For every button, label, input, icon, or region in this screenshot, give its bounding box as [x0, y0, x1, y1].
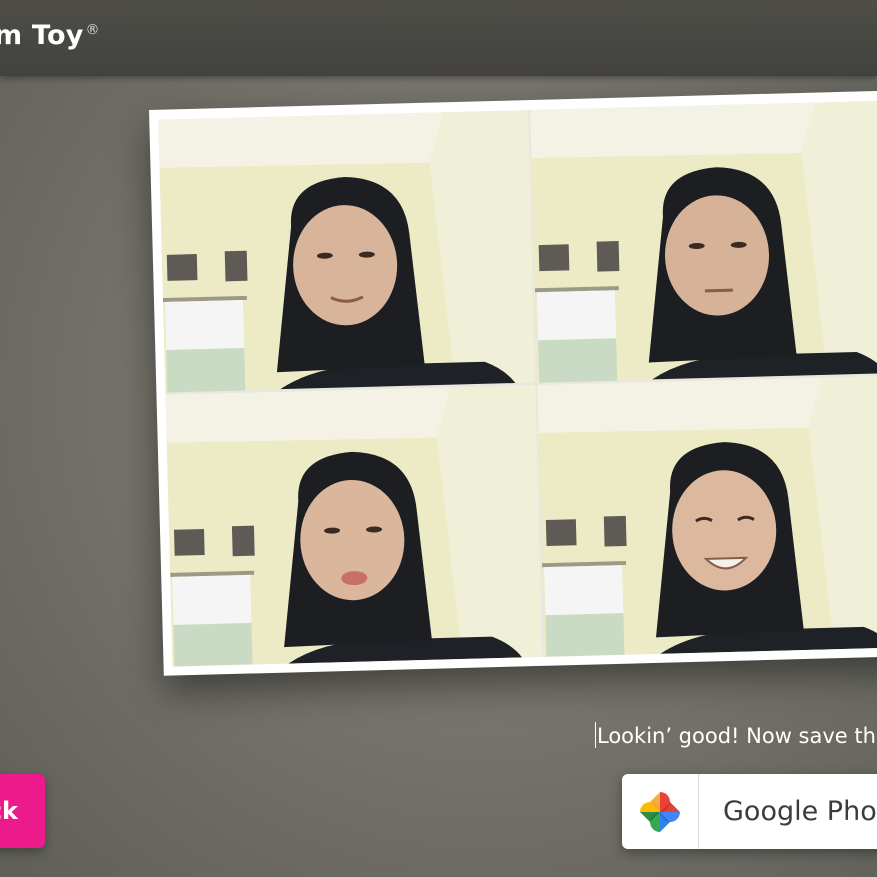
google-photos-icon [640, 791, 680, 832]
save-prompt-text: Lookin’ good! Now save thi [595, 722, 877, 748]
photo-strip [149, 90, 877, 676]
photo-frame-1 [158, 110, 536, 393]
app-brand: m Toy ® [0, 20, 100, 51]
save-to-google-photos-button[interactable]: Google Pho [622, 774, 877, 849]
back-button-label: ck [0, 797, 18, 825]
google-photos-button-label: Google Pho [723, 796, 877, 827]
brand-name: m Toy [0, 20, 84, 51]
caption-text: Lookin’ good! Now save thi [597, 724, 877, 748]
top-bar: m Toy ® [0, 0, 877, 76]
back-button[interactable]: ck [0, 774, 45, 848]
google-photos-icon-container [622, 774, 699, 849]
photo-frame-4 [537, 374, 877, 657]
webcam-photo [165, 384, 543, 667]
text-cursor [595, 722, 596, 748]
photo-grid [158, 100, 877, 667]
photo-frame-2 [530, 100, 877, 383]
webcam-photo [158, 110, 536, 393]
registered-mark: ® [85, 22, 100, 38]
webcam-photo [537, 374, 877, 657]
photo-frame-3 [165, 384, 543, 667]
webcam-photo [530, 100, 877, 383]
